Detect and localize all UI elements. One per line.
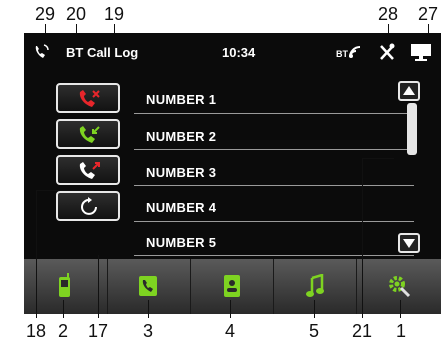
callout-28: 28 (378, 4, 399, 24)
callout-19: 19 (104, 4, 125, 24)
signal-icon (349, 46, 361, 58)
received-call-button[interactable] (56, 119, 120, 149)
callout-17: 17 (88, 321, 109, 341)
row-divider (134, 149, 414, 150)
leader-line (230, 300, 231, 318)
callout-4: 4 (225, 321, 236, 341)
call-entry[interactable]: NUMBER 2 (146, 129, 216, 144)
callout-20: 20 (66, 4, 87, 24)
missed-call-button[interactable] (56, 83, 120, 113)
phone-icon (59, 273, 70, 297)
leader-line (36, 190, 94, 191)
bottom-toolbar (24, 259, 441, 314)
scrollbar[interactable] (398, 81, 420, 256)
contacts-icon (139, 276, 157, 296)
callout-27: 27 (418, 4, 439, 24)
leader-line (400, 300, 401, 318)
callout-18: 18 (26, 321, 47, 341)
display-icon[interactable] (410, 43, 432, 64)
leader-line (36, 190, 37, 318)
callout-5: 5 (309, 321, 320, 341)
arrow-up-icon (403, 86, 415, 95)
call-entry[interactable]: NUMBER 4 (146, 200, 216, 215)
music-icon (306, 274, 324, 297)
leader-line (63, 300, 64, 318)
clock: 10:34 (222, 45, 256, 60)
screen-title: BT Call Log (66, 45, 139, 60)
refresh-icon (81, 197, 97, 215)
row-divider (134, 113, 414, 114)
phonebook-icon (224, 275, 240, 297)
bt-label: BT (336, 49, 348, 59)
callout-1: 1 (396, 321, 407, 341)
settings-icon (389, 276, 411, 298)
scroll-up-button[interactable] (398, 81, 420, 101)
call-entry[interactable]: NUMBER 3 (146, 165, 216, 180)
row-divider (134, 185, 414, 186)
leader-line (362, 158, 363, 318)
row-divider (134, 255, 414, 256)
bt-call-log-screen: BT Call Log 10:34 BT NUMBER 1 NUMBER 2 N… (24, 33, 441, 314)
tab-settings[interactable] (356, 259, 441, 314)
callout-2: 2 (58, 321, 69, 341)
phone-sync-icon[interactable] (32, 43, 50, 64)
tab-phonebook[interactable] (190, 259, 274, 314)
leader-line (148, 300, 149, 318)
call-entry[interactable]: NUMBER 5 (146, 235, 216, 250)
leader-line (362, 158, 394, 159)
leader-line (314, 300, 315, 318)
refresh-button[interactable] (56, 191, 120, 221)
call-entry[interactable]: NUMBER 1 (146, 92, 216, 107)
callout-21: 21 (352, 321, 373, 341)
tab-contacts[interactable] (107, 259, 191, 314)
leader-line (98, 255, 99, 318)
scroll-down-button[interactable] (398, 233, 420, 253)
received-call-icon (79, 126, 100, 143)
missed-call-icon (79, 90, 100, 107)
callout-3: 3 (143, 321, 154, 341)
callout-29: 29 (35, 4, 56, 24)
dialed-call-button[interactable] (56, 155, 120, 185)
scroll-thumb[interactable] (407, 103, 417, 155)
dialed-call-icon (79, 162, 100, 179)
status-bar: BT Call Log 10:34 BT (24, 33, 441, 73)
tools-icon[interactable] (379, 43, 395, 64)
row-divider (134, 221, 414, 222)
arrow-down-icon (403, 239, 415, 248)
tab-music[interactable] (273, 259, 357, 314)
